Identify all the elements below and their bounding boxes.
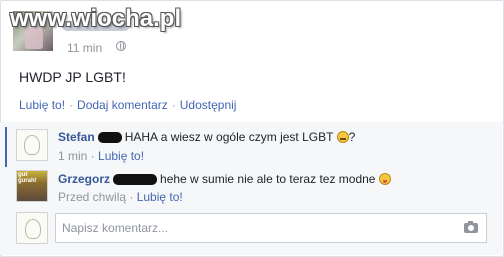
post-actions: Lubię to! · Dodaj komentarz · Udostępnij <box>19 98 236 112</box>
watermark: www.wiocha.pl <box>10 5 182 32</box>
comment-composer <box>55 213 487 243</box>
like-link[interactable]: Lubię to! <box>19 98 65 112</box>
comment-avatar-grzegorz[interactable] <box>16 170 48 202</box>
separator-dot: · <box>69 98 74 112</box>
comment-avatar-stefan[interactable] <box>16 129 48 161</box>
globe-icon[interactable] <box>116 41 126 51</box>
comment-like-link[interactable]: Lubię to! <box>137 190 183 204</box>
comment-text: hehe w sumie nie ale to teraz tez modne <box>160 172 376 186</box>
redacted-surname <box>97 132 122 144</box>
comment-input[interactable] <box>56 214 458 242</box>
comment-author[interactable]: Grzegorz <box>58 172 110 186</box>
share-link[interactable]: Udostępnij <box>180 98 237 112</box>
comment-meta: 1 min · Lubię to! <box>58 149 145 163</box>
current-user-avatar <box>16 212 48 244</box>
comment-author[interactable]: Stefan <box>58 130 95 144</box>
redacted-surname <box>113 174 158 186</box>
smile-emoji-icon <box>336 131 349 143</box>
separator-dot: · <box>171 98 176 112</box>
post-timestamp[interactable]: 11 min <box>67 41 102 55</box>
new-comment-indicator <box>5 127 7 167</box>
camera-icon[interactable] <box>464 221 478 233</box>
comment-row: Stefan HAHA a wiesz w ogóle czym jest LGB… <box>58 130 355 144</box>
post-text: HWDP JP LGBT! <box>19 69 126 85</box>
tongue-emoji-icon <box>378 173 391 185</box>
comment-row: Grzegorz hehe w sumie nie ale to teraz te… <box>58 172 391 186</box>
comment-like-link[interactable]: Lubię to! <box>98 149 144 163</box>
comment-time[interactable]: Przed chwilą <box>58 190 126 204</box>
comment-meta: Przed chwilą · Lubię to! <box>58 190 183 204</box>
comment-text: HAHA a wiesz w ogóle czym jest LGBT <box>124 130 334 144</box>
comment-link[interactable]: Dodaj komentarz <box>77 98 168 112</box>
comment-time[interactable]: 1 min <box>58 149 87 163</box>
comment-text-tail: ? <box>348 130 356 144</box>
